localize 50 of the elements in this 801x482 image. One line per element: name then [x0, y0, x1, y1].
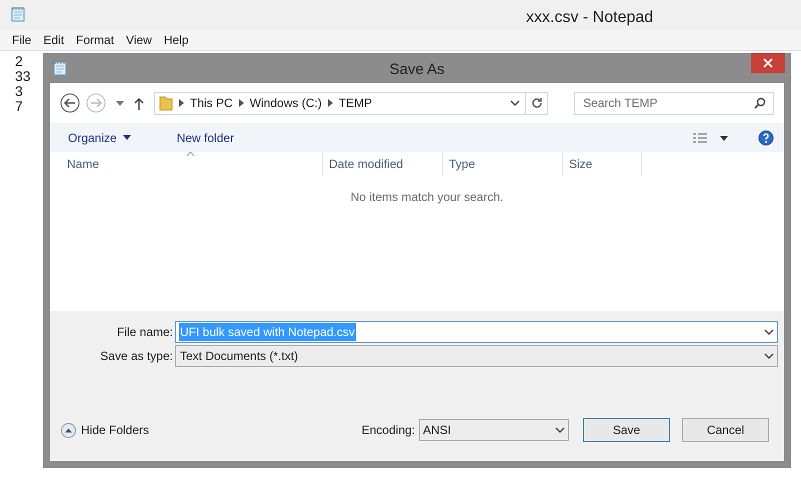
search-icon — [754, 96, 766, 108]
text-line: 2 — [15, 54, 23, 69]
menu-item[interactable]: Format — [72, 31, 118, 49]
column-header[interactable]: Size — [562, 152, 642, 176]
help-icon — [758, 130, 774, 146]
field-label: File name: — [116, 324, 174, 341]
caret-icon — [122, 135, 131, 140]
chevron-icon — [179, 99, 184, 107]
close-icon — [763, 58, 773, 68]
collapse-icon — [61, 422, 76, 438]
refresh-icon — [530, 97, 543, 109]
column-header[interactable]: Type — [442, 152, 562, 176]
encoding-dropdown[interactable]: ANSI — [419, 419, 569, 441]
text-line: 33 — [15, 69, 31, 84]
menu-item[interactable]: Edit — [39, 31, 68, 49]
organize-menu[interactable]: Organize — [60, 128, 139, 146]
field-label: Save as type: — [99, 348, 174, 365]
breadcrumb[interactable]: TEMP — [338, 94, 372, 112]
save-button[interactable]: Save — [583, 418, 670, 442]
text-line: 7 — [15, 99, 23, 114]
hide-folders-button[interactable]: Hide Folders — [61, 421, 150, 439]
empty-message: No items match your search. — [350, 189, 504, 204]
column-header[interactable]: Name — [50, 152, 322, 176]
menu-item[interactable]: View — [122, 31, 156, 49]
address-bar[interactable]: This PC Windows (C:) TEMP — [154, 92, 548, 114]
menu-item[interactable]: Help — [160, 31, 193, 49]
close-button[interactable] — [751, 53, 785, 73]
file-type-dropdown[interactable]: Text Documents (*.txt) — [175, 345, 778, 367]
dialog-title: Save As — [389, 60, 445, 80]
toolbar-button[interactable]: New folder — [168, 128, 242, 146]
dropdown-icon — [510, 100, 520, 106]
column-header[interactable]: Date modified — [322, 152, 442, 176]
chevron-icon — [328, 99, 333, 107]
menu-item[interactable]: File — [8, 31, 36, 49]
breadcrumb[interactable]: Windows (C:) — [250, 94, 322, 112]
view-options-icon — [692, 132, 728, 144]
caret-icon — [116, 100, 124, 106]
notepad-icon — [10, 6, 26, 22]
text-line: 3 — [15, 84, 23, 99]
forward-icon — [86, 93, 106, 113]
window-title: xxx.csv - Notepad — [526, 8, 654, 28]
search-field[interactable]: Search TEMP — [574, 92, 774, 114]
cancel-button[interactable]: Cancel — [682, 418, 769, 442]
chevron-icon — [238, 99, 244, 107]
up-arrow-icon — [134, 96, 144, 110]
notepad-icon — [52, 60, 68, 76]
breadcrumb[interactable]: This PC — [190, 94, 233, 112]
back-icon — [60, 93, 80, 113]
field-label: Encoding: — [362, 422, 415, 439]
folder-icon — [159, 95, 173, 111]
